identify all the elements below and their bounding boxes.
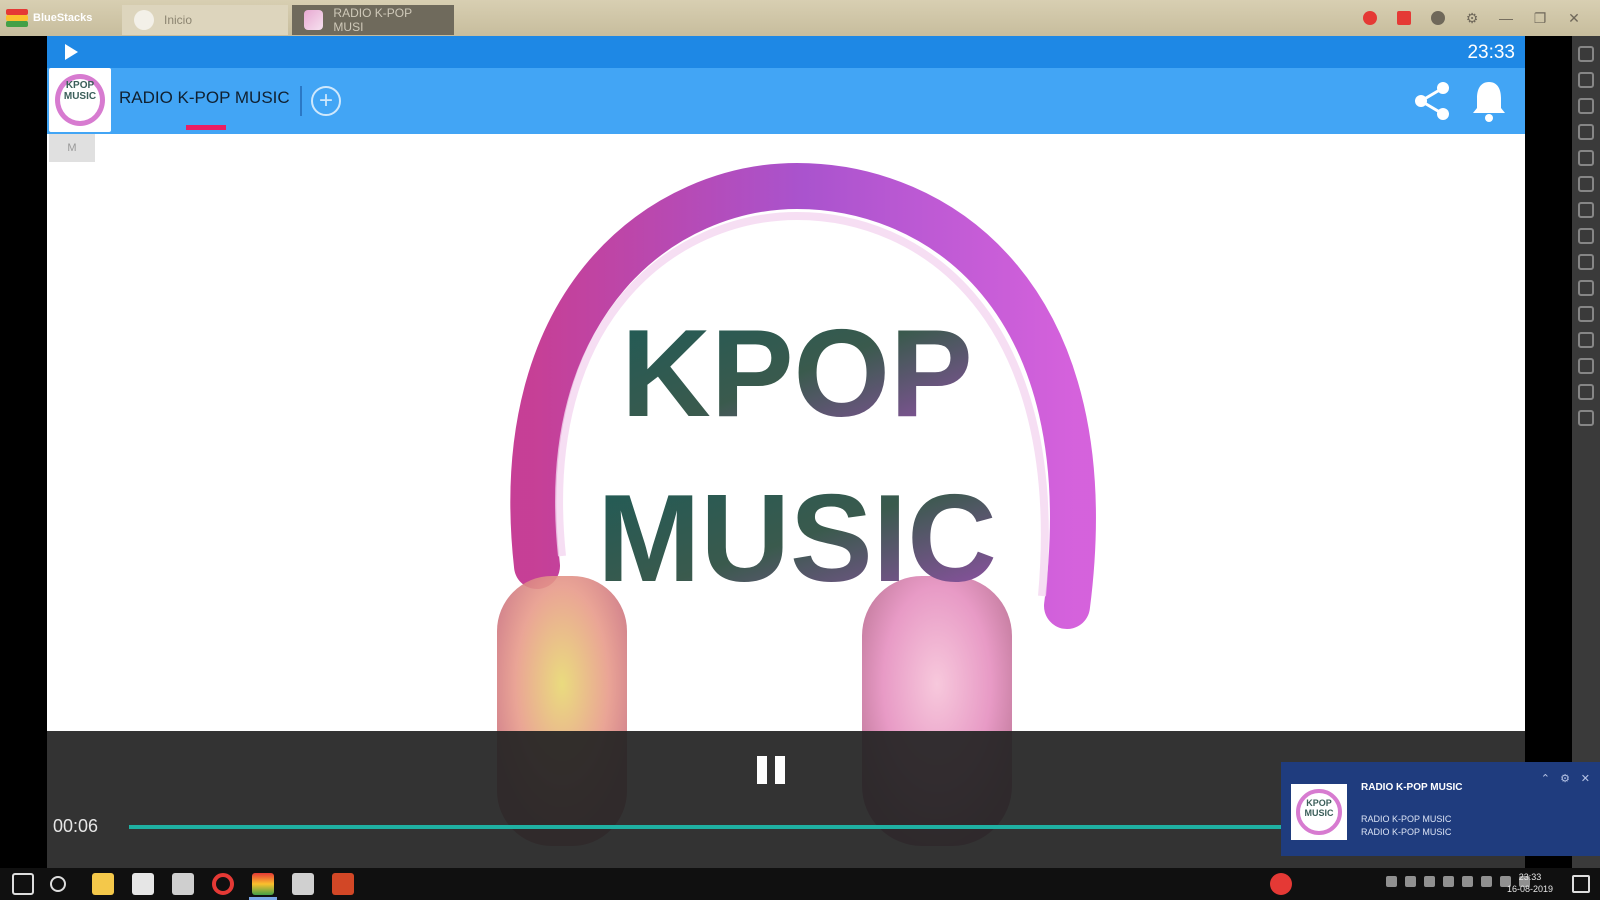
tab-radio-kpop[interactable]: RADIO K-POP MUSI [292, 5, 454, 35]
tray-security-icon[interactable] [1443, 876, 1454, 887]
minimize-icon[interactable]: — [1496, 8, 1516, 28]
tray-network-icon[interactable] [1405, 876, 1416, 887]
phone-icon[interactable] [1578, 228, 1594, 244]
shake-icon[interactable] [1578, 384, 1594, 400]
artwork-music-text: MUSIC [597, 470, 997, 608]
file-explorer-icon[interactable] [92, 873, 114, 895]
notification-close-icon[interactable]: ✕ [1581, 772, 1590, 785]
powerpoint-icon[interactable] [332, 873, 354, 895]
eye-icon[interactable] [1578, 98, 1594, 114]
bluestacks-logo[interactable]: BlueStacks [0, 0, 118, 36]
elapsed-time: 00:06 [53, 816, 99, 836]
opera-icon[interactable] [212, 873, 234, 895]
notification-line-1: RADIO K-POP MUSIC [1361, 814, 1452, 824]
fullscreen-icon[interactable] [1578, 46, 1594, 62]
tab-inicio-label: Inicio [164, 13, 193, 27]
action-center-icon[interactable] [1572, 875, 1590, 893]
screenshot-icon[interactable] [1578, 254, 1594, 270]
copy-icon[interactable] [1578, 332, 1594, 348]
taskbar-clock[interactable]: 23:33 16-08-2019 [1500, 871, 1560, 895]
home-icon [134, 10, 154, 30]
window-controls: ⚙ — ❐ ✕ [1360, 8, 1600, 28]
side-tile[interactable]: M [49, 134, 95, 162]
app-logo-text: KPOP MUSIC [63, 80, 97, 102]
tab-radio-kpop-label: RADIO K-POP MUSI [333, 6, 412, 34]
notification-thumb-text: KPOP MUSIC [1304, 798, 1334, 818]
photos-icon[interactable] [292, 873, 314, 895]
restore-icon[interactable]: ❐ [1530, 8, 1550, 28]
notification-collapse-icon[interactable]: ⌃ [1541, 772, 1550, 785]
alert-bell-icon[interactable] [1394, 8, 1414, 28]
windows-taskbar: 23:33 16-08-2019 [0, 868, 1600, 900]
pause-icon[interactable] [757, 756, 785, 784]
play-icon [65, 44, 78, 60]
tab-inicio[interactable]: Inicio [122, 5, 288, 35]
clock-date: 16-08-2019 [1506, 884, 1554, 894]
notification-settings-icon[interactable]: ⚙ [1560, 772, 1570, 785]
active-tab-indicator [186, 125, 226, 130]
settings-gear-icon[interactable]: ⚙ [1462, 8, 1482, 28]
bluestacks-brand: BlueStacks [33, 11, 93, 24]
add-icon[interactable]: + [311, 86, 341, 116]
tray-volume-icon[interactable] [1481, 876, 1492, 887]
toolbar-divider [300, 86, 302, 116]
store-icon[interactable] [132, 873, 154, 895]
install-apk-icon[interactable] [1578, 176, 1594, 192]
view-icon[interactable] [1578, 72, 1594, 88]
tray-chevron-icon[interactable] [1386, 876, 1397, 887]
app-toolbar: KPOP MUSIC RADIO K-POP MUSIC + [47, 68, 1525, 134]
clock-time: 23:33 [1518, 872, 1542, 882]
windows-start-icon[interactable] [12, 873, 34, 895]
bluestacks-taskbar-icon[interactable] [252, 873, 274, 895]
share-icon[interactable] [1409, 78, 1455, 124]
expand-icon[interactable] [1578, 150, 1594, 166]
app-logo[interactable]: KPOP MUSIC [49, 68, 111, 132]
artwork-kpop-text: KPOP [621, 305, 972, 443]
multi-instance-icon[interactable] [1578, 410, 1594, 426]
android-screen: 23:33 KPOP MUSIC RADIO K-POP MUSIC + M K… [47, 36, 1525, 868]
desktop: BlueStacks Inicio RADIO K-POP MUSI ⚙ — ❐… [0, 0, 1600, 900]
record-icon[interactable] [1578, 280, 1594, 296]
bell-icon[interactable] [1469, 78, 1509, 124]
app-tab-icon [304, 10, 324, 30]
notification-thumbnail: KPOP MUSIC [1291, 784, 1347, 840]
android-statusbar: 23:33 [47, 36, 1525, 68]
keyboard-icon[interactable] [1578, 124, 1594, 140]
edit-icon[interactable] [1578, 306, 1594, 322]
app-icon[interactable] [172, 873, 194, 895]
notification-icon[interactable] [1360, 8, 1380, 28]
bluestacks-titlebar: BlueStacks Inicio RADIO K-POP MUSI ⚙ — ❐… [0, 0, 1600, 36]
bluestacks-logo-icon [6, 9, 28, 27]
bluestacks-side-toolbar [1572, 36, 1600, 868]
notification-title: RADIO K-POP MUSIC [1361, 782, 1463, 793]
location-icon[interactable] [1578, 358, 1594, 374]
close-icon[interactable]: ✕ [1564, 8, 1584, 28]
app-title[interactable]: RADIO K-POP MUSIC [119, 88, 290, 108]
windows-notification[interactable]: KPOP MUSIC RADIO K-POP MUSIC RADIO K-POP… [1281, 762, 1600, 856]
search-icon[interactable] [50, 876, 66, 892]
tray-wifi-icon[interactable] [1462, 876, 1473, 887]
tray-record-icon[interactable] [1270, 873, 1292, 895]
progress-fill [129, 825, 1358, 829]
account-icon[interactable] [1428, 8, 1448, 28]
status-time: 23:33 [1467, 42, 1515, 63]
camera-icon[interactable] [1578, 202, 1594, 218]
notification-line-2: RADIO K-POP MUSIC [1361, 827, 1452, 837]
tray-cloud-icon[interactable] [1424, 876, 1435, 887]
